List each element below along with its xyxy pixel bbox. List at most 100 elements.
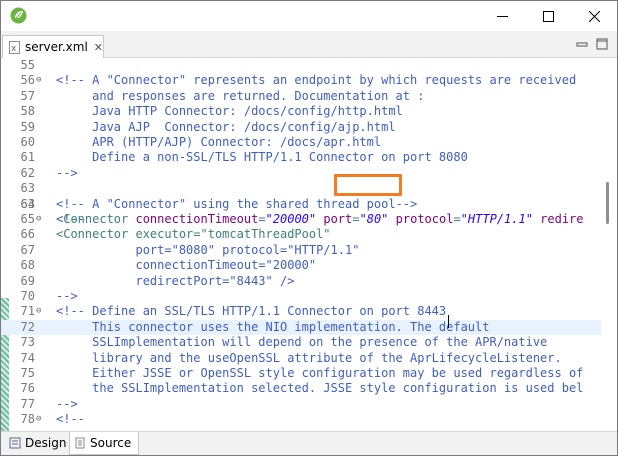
attr-protocol: protocol — [395, 212, 454, 226]
line-code: <!-- A "Connector" represents an endpoin… — [56, 73, 577, 88]
text-cursor — [448, 315, 449, 328]
code-line-55: 55 — [1, 58, 601, 73]
close-icon — [588, 10, 600, 22]
source-icon — [75, 437, 85, 449]
close-button[interactable] — [571, 1, 617, 31]
line-number: 74 — [20, 350, 35, 365]
line-code: This connector uses the NIO implementati… — [56, 319, 490, 334]
svg-text:x: x — [11, 43, 16, 53]
attr-connectionTimeout: connectionTimeout — [135, 212, 259, 226]
line-code: APR (HTTP/AJP) Connector: /docs/apr.html — [56, 135, 382, 149]
line-code: redirectPort="8443" /> — [56, 273, 295, 288]
maximize-view-icon[interactable] — [595, 37, 609, 51]
editor-mode-tabs: Design Source — [1, 431, 617, 455]
line-code: Either JSSE or OpenSSL style configurati… — [56, 366, 584, 380]
line-code: Java HTTP Connector: /docs/config/http.h… — [56, 104, 403, 119]
code-line-72: 72 This connector uses the NIO implement… — [1, 319, 601, 336]
val-protocol: "HTTP/1.1" — [460, 212, 533, 226]
tab-source-label: Source — [90, 436, 132, 450]
line-number: 75 — [20, 366, 35, 380]
code-line-64: 64 <!-- A "Connector" using the shared th… — [1, 197, 601, 212]
eq: = — [453, 212, 461, 226]
scrollbar-thumb[interactable] — [606, 182, 609, 224]
line-code: --> — [56, 289, 78, 303]
code-line-62: 62 --> — [1, 166, 601, 181]
line-number: 63 — [20, 196, 35, 211]
code-line-75: 75 Either JSSE or OpenSSL style configur… — [1, 366, 601, 381]
maximize-button[interactable] — [525, 1, 571, 31]
code-line-74: 74 library and the useOpenSSL attribute … — [1, 351, 601, 366]
tab-close-icon[interactable]: ✕ — [94, 41, 103, 54]
title-bar — [1, 1, 617, 31]
line-code: --> — [56, 165, 78, 180]
line-number: 76 — [20, 381, 35, 396]
line-number: 78 — [20, 412, 35, 427]
minimize-view-icon[interactable] — [575, 37, 589, 51]
code-line-73: 73 SSLImplementation will depend on the … — [1, 335, 601, 350]
line-code: connectionTimeout="20000" — [56, 258, 317, 273]
tab-server-xml[interactable]: x server.xml ✕ — [2, 35, 104, 58]
source-editor[interactable]: 55 56 ⊖ <!-- A "Connector" represents an en… — [1, 58, 617, 455]
minimize-icon — [496, 15, 508, 17]
code-line-56: 56 ⊖ <!-- A "Connector" represents an endp… — [1, 73, 601, 88]
tab-design[interactable]: Design — [9, 432, 66, 454]
tab-label: server.xml — [24, 40, 88, 54]
line-number: 68 — [20, 258, 35, 273]
line-code: Java AJP Connector: /docs/config/ajp.htm… — [56, 119, 396, 134]
attr-redirect-partial: redire — [532, 212, 584, 226]
xml-file-icon: x — [9, 40, 20, 53]
code-line-61: 61 Define a non-SSL/TLS HTTP/1.1 Connect… — [1, 150, 601, 165]
code-line-63: 63 <Connector connectionTimeout="20000" … — [1, 181, 601, 226]
attr-port: port — [323, 212, 353, 226]
line-number: 72 — [20, 319, 35, 334]
val-timeout: "20000" — [265, 212, 317, 226]
line-number: 69 — [20, 273, 35, 288]
line-code: and responses are returned. Documentatio… — [56, 88, 425, 103]
line-code: library and the useOpenSSL attribute of … — [56, 350, 562, 365]
fold-toggle-icon[interactable]: ⊖ — [36, 73, 46, 88]
line-code: the SSLImplementation selected. JSSE sty… — [56, 381, 584, 396]
line-code: <!-- — [56, 412, 85, 427]
eq: = — [352, 212, 360, 226]
line-number: 61 — [20, 150, 35, 165]
maximize-icon — [542, 10, 554, 22]
line-number: 58 — [20, 104, 35, 119]
line-code: <Connector connectionTimeout="20000" por… — [56, 212, 584, 227]
code-line-60: 60 APR (HTTP/AJP) Connector: /docs/apr.h… — [1, 135, 601, 150]
code-line-70: 70 --> — [1, 289, 601, 304]
design-icon — [9, 437, 21, 449]
line-code: Define a non-SSL/TLS HTTP/1.1 Connector … — [56, 150, 468, 165]
tag-open: <Connector — [56, 212, 136, 226]
eq: = — [258, 212, 266, 226]
code-line-71: 71 ⊖ <!-- Define an SSL/TLS HTTP/1.1 Conne… — [1, 304, 601, 319]
editor-window: x server.xml ✕ 55 56 ⊖ <!-- A "Connector" r… — [0, 0, 618, 456]
code-line-67: 67 port="8080" protocol="HTTP/1.1" — [1, 243, 601, 258]
tab-source[interactable]: Source — [69, 432, 139, 455]
line-number: 77 — [20, 396, 35, 411]
fold-toggle-icon[interactable]: ⊖ — [36, 304, 46, 319]
line-number: 70 — [20, 289, 35, 303]
line-code: port="8080" protocol="HTTP/1.1" — [56, 242, 360, 257]
line-number: 57 — [20, 88, 35, 103]
line-number: 73 — [20, 335, 35, 350]
minimize-button[interactable] — [479, 1, 525, 31]
line-number: 67 — [20, 242, 35, 257]
spring-leaf-icon — [10, 7, 27, 24]
code-line-58: 58 Java HTTP Connector: /docs/config/htt… — [1, 104, 601, 119]
line-code: <!-- A "Connector" using the shared thre… — [56, 196, 418, 211]
code-line-68: 68 connectionTimeout="20000" — [1, 258, 601, 273]
code-line-77: 77 --> — [1, 397, 601, 412]
line-code: <Connector executor="tomcatThreadPool" — [56, 227, 331, 242]
editor-tab-bar: x server.xml ✕ — [1, 31, 617, 58]
line-code: <!-- Define an SSL/TLS HTTP/1.1 Connecto… — [56, 304, 447, 319]
fold-toggle-icon[interactable]: ⊖ — [36, 412, 46, 427]
val-port: "80" — [359, 212, 389, 226]
code-line-78: 78 ⊖ <!-- — [1, 412, 601, 427]
code-line-69: 69 redirectPort="8443" /> — [1, 274, 601, 289]
code-line-76: 76 the SSLImplementation selected. JSSE … — [1, 381, 601, 396]
line-code: SSLImplementation will depend on the pre… — [56, 335, 548, 350]
line-number: 55 — [20, 58, 35, 72]
line-number: 62 — [20, 165, 35, 180]
code-line-57: 57 and responses are returned. Documenta… — [1, 89, 601, 104]
code-line-66: 66 <Connector executor="tomcatThreadPool" — [1, 227, 601, 242]
